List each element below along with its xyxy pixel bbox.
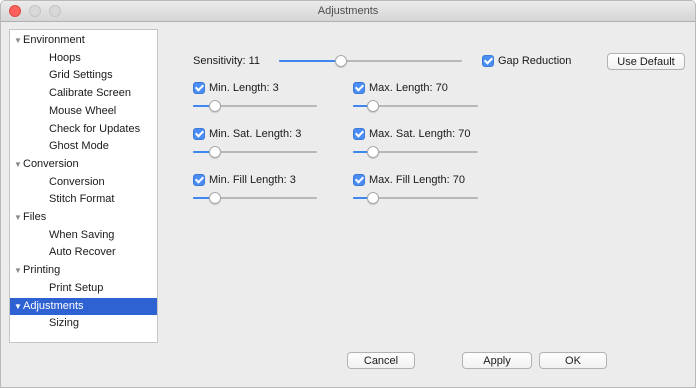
min-length-slider[interactable] (193, 99, 317, 113)
title-bar: Adjustments (1, 1, 695, 22)
max-length-slider[interactable] (353, 99, 478, 113)
sidebar-item-mouse-wheel[interactable]: Mouse Wheel (10, 103, 157, 120)
sensitivity-label: Sensitivity: 11 (193, 55, 261, 67)
sidebar-item-print-setup[interactable]: Print Setup (10, 280, 157, 297)
sidebar-item-label: Stitch Format (49, 193, 115, 206)
sidebar-item-label: Adjustments (23, 299, 84, 312)
min-fill-length-slider[interactable] (193, 191, 317, 205)
sidebar-item-label: Sizing (49, 317, 79, 330)
gap-reduction-checkbox[interactable] (482, 55, 494, 67)
sidebar-item-label: Ghost Mode (49, 140, 109, 153)
max-sat-length-checkbox[interactable] (353, 128, 365, 140)
max-fill-length-checkbox[interactable] (353, 174, 365, 186)
disclosure-triangle-icon[interactable]: ▼ (14, 298, 23, 315)
sidebar-item-check-for-updates[interactable]: Check for Updates (10, 121, 157, 138)
sidebar-item-label: Hoops (49, 51, 81, 64)
sidebar-item-label: Printing (23, 264, 61, 277)
sidebar-item-environment[interactable]: ▼Environment (10, 32, 157, 49)
disclosure-triangle-icon[interactable]: ▼ (14, 32, 23, 49)
slider-knob-icon[interactable] (367, 100, 379, 112)
min-sat-length-checkbox[interactable] (193, 128, 205, 140)
apply-button[interactable]: Apply (462, 352, 532, 369)
slider-knob-icon[interactable] (209, 192, 221, 204)
sidebar-item-files[interactable]: ▼Files (10, 209, 157, 226)
adjustments-panel: Sensitivity: 11 Gap Reduction Use Defaul… (164, 29, 695, 341)
disclosure-triangle-icon[interactable]: ▼ (14, 262, 23, 279)
cancel-button[interactable]: Cancel (347, 352, 415, 369)
max-sat-length-slider[interactable] (353, 145, 478, 159)
max-length-checkbox[interactable] (353, 82, 365, 94)
sidebar-item-hoops[interactable]: Hoops (10, 50, 157, 67)
sidebar-item-label: Conversion (49, 175, 105, 188)
sidebar-item-label: When Saving (49, 228, 115, 241)
sidebar-item-label: Mouse Wheel (49, 104, 117, 117)
max-sat-length-label: Max. Sat. Length: 70 (369, 128, 471, 140)
use-default-button[interactable]: Use Default (607, 53, 685, 70)
disclosure-triangle-icon[interactable]: ▼ (14, 209, 23, 226)
slider-knob-icon[interactable] (209, 146, 221, 158)
preferences-sidebar: ▼Environment Hoops Grid Settings Calibrate … (9, 29, 158, 343)
slider-knob-icon[interactable] (367, 146, 379, 158)
sidebar-item-label: Check for Updates (49, 122, 141, 135)
sidebar-item-sizing[interactable]: Sizing (10, 315, 157, 332)
sidebar-item-adjustments[interactable]: ▼Adjustments (10, 297, 157, 315)
slider-knob-icon[interactable] (335, 55, 347, 67)
sidebar-item-label: Print Setup (49, 281, 104, 294)
min-length-label: Min. Length: 3 (209, 82, 279, 94)
sidebar-item-label: Grid Settings (49, 69, 113, 82)
sidebar-item-label: Calibrate Screen (49, 87, 131, 100)
sidebar-item-label: Environment (23, 34, 85, 46)
sidebar-item-printing[interactable]: ▼Printing (10, 262, 157, 279)
min-length-checkbox[interactable] (193, 82, 205, 94)
min-sat-length-label: Min. Sat. Length: 3 (209, 128, 302, 140)
sidebar-item-calibrate-screen[interactable]: Calibrate Screen (10, 85, 157, 102)
min-sat-length-slider[interactable] (193, 145, 317, 159)
sidebar-item-conversion[interactable]: ▼Conversion (10, 156, 157, 173)
window-title: Adjustments (317, 5, 379, 17)
adjustments-window: Adjustments ▼Environment Hoops Grid Settin… (0, 0, 696, 388)
sidebar-item-grid-settings[interactable]: Grid Settings (10, 67, 157, 84)
gap-reduction-label: Gap Reduction (498, 55, 572, 67)
sensitivity-slider[interactable] (279, 54, 462, 68)
max-fill-length-label: Max. Fill Length: 70 (369, 174, 465, 186)
min-fill-length-checkbox[interactable] (193, 174, 205, 186)
slider-knob-icon[interactable] (367, 192, 379, 204)
slider-knob-icon[interactable] (209, 100, 221, 112)
ok-button[interactable]: OK (539, 352, 607, 369)
sidebar-item-conversion[interactable]: Conversion (10, 174, 157, 191)
sidebar-item-when-saving[interactable]: When Saving (10, 227, 157, 244)
sidebar-item-ghost-mode[interactable]: Ghost Mode (10, 138, 157, 155)
sidebar-item-stitch-format[interactable]: Stitch Format (10, 191, 157, 208)
sidebar-item-label: Conversion (23, 157, 79, 170)
sidebar-item-label: Files (23, 211, 47, 223)
sidebar-item-auto-recover[interactable]: Auto Recover (10, 244, 157, 261)
max-length-label: Max. Length: 70 (369, 82, 448, 94)
min-fill-length-label: Min. Fill Length: 3 (209, 174, 296, 186)
disclosure-triangle-icon[interactable]: ▼ (14, 156, 23, 173)
sidebar-item-label: Auto Recover (49, 246, 116, 259)
max-fill-length-slider[interactable] (353, 191, 478, 205)
